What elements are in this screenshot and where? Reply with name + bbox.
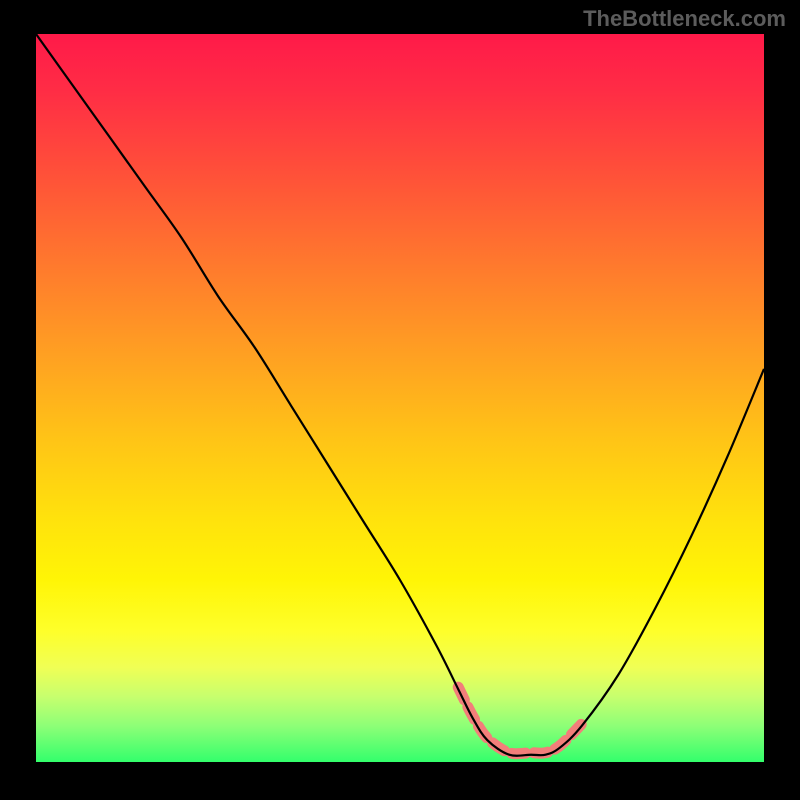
chart-svg: [36, 34, 764, 762]
bottleneck-curve: [36, 34, 764, 756]
watermark-text: TheBottleneck.com: [583, 6, 786, 32]
plot-area: [36, 34, 764, 762]
